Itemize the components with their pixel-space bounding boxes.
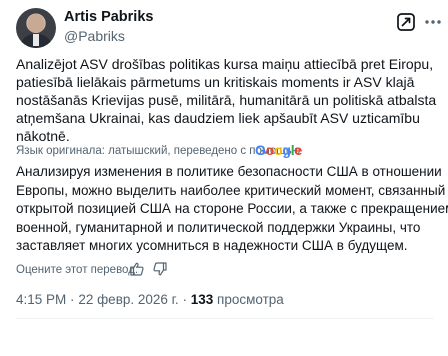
google-logo-letter: o bbox=[265, 142, 275, 158]
translated-text-line: открытой позицией США на стороне России,… bbox=[16, 201, 448, 216]
translated-text-line: Европы, можно выделить наиболее критичес… bbox=[16, 182, 448, 198]
rate-translation-label: Оцените этот перевод: bbox=[16, 264, 139, 276]
translated-text-line: Анализируя изменения в политике безопасн… bbox=[16, 164, 442, 179]
avatar-face bbox=[28, 14, 44, 33]
thumbs-up-icon[interactable] bbox=[129, 261, 145, 277]
post-text: Analizējot ASV drošības politikas kursa … bbox=[16, 55, 437, 145]
author-name[interactable]: Artis Pabriks bbox=[64, 9, 153, 25]
more-icon[interactable] bbox=[423, 12, 443, 32]
divider bbox=[16, 318, 434, 319]
meta-separator: · bbox=[182, 292, 187, 307]
google-logo-letter: G bbox=[255, 142, 266, 158]
author-avatar[interactable] bbox=[16, 8, 56, 48]
google-logo-letter: e bbox=[294, 142, 303, 158]
post-text-line: Analizējot ASV drošības politikas kursa … bbox=[16, 56, 434, 72]
translated-text-line: заставляет многих усомниться в надежност… bbox=[16, 238, 408, 253]
post-time[interactable]: 4:15 PM bbox=[16, 292, 66, 307]
google-logo-letter: g bbox=[282, 142, 291, 158]
post-text-line: nākotnē. bbox=[16, 128, 70, 144]
translated-text: Анализируя изменения в политике безопасн… bbox=[16, 163, 448, 256]
views-count: 133 bbox=[190, 292, 214, 307]
avatar-shirt bbox=[33, 34, 39, 46]
post-text-line: atņemšana Ukrainai, kas daudziem liek ap… bbox=[16, 110, 420, 126]
views-label: просмотра bbox=[217, 292, 284, 307]
post-text-line: patiesībā lielākais pārmetums un kritisk… bbox=[16, 74, 415, 90]
post-text-line: nostāšanās Krievijas pusē, militārā, hum… bbox=[16, 92, 437, 108]
meta-separator: · bbox=[70, 292, 75, 307]
translated-text-line: военной, гуманитарной и политической под… bbox=[16, 219, 421, 235]
post-date[interactable]: 22 февр. 2026 г. bbox=[78, 292, 178, 307]
thumbs-down-icon[interactable] bbox=[152, 261, 168, 277]
author-handle[interactable]: @Pabriks bbox=[64, 28, 125, 44]
google-logo[interactable]: Google bbox=[255, 142, 302, 158]
grok-icon[interactable] bbox=[396, 12, 416, 32]
post-meta: 4:15 PM · 22 февр. 2026 г. · 133 просмот… bbox=[16, 292, 284, 308]
